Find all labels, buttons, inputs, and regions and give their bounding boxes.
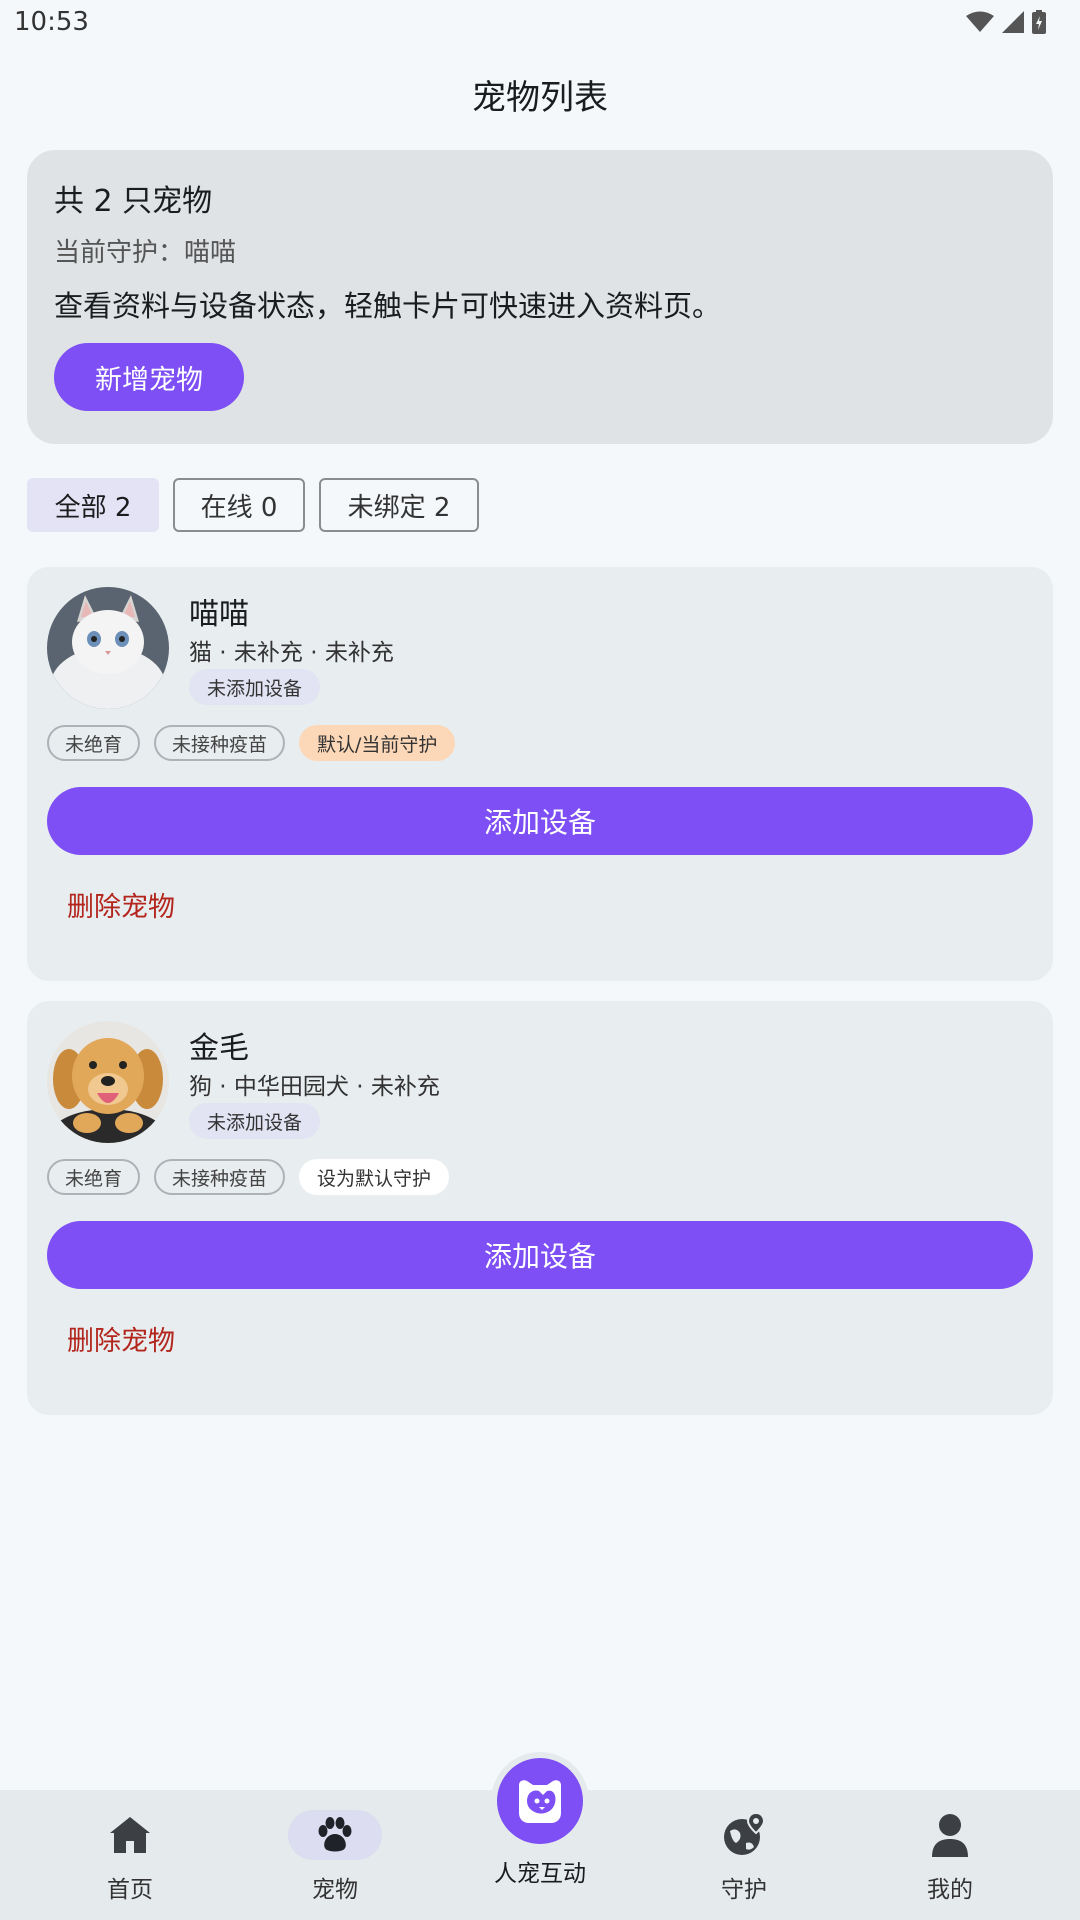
pet-interaction-icon — [519, 1780, 561, 1823]
default-guard-tag: 默认/当前守护 — [299, 725, 456, 761]
pet-tags: 未绝育 未接种疫苗 设为默认守护 — [47, 1159, 450, 1195]
neuter-tag: 未绝育 — [47, 725, 141, 761]
delete-pet-button[interactable]: 删除宠物 — [67, 1319, 175, 1358]
nav-item-pets[interactable]: 宠物 — [275, 1810, 395, 1910]
pet-meta: 狗 · 中华田园犬 · 未补充 — [189, 1074, 440, 1100]
add-device-button[interactable]: 添加设备 — [47, 1221, 1033, 1289]
filter-chip-all[interactable]: 全部 2 — [27, 478, 159, 532]
set-default-guard-button[interactable]: 设为默认守护 — [299, 1159, 450, 1195]
nav-label-mine: 我的 — [927, 1877, 973, 1903]
status-icons — [966, 10, 1046, 34]
neuter-tag: 未绝育 — [47, 1159, 141, 1195]
pet-meta: 猫 · 未补充 · 未补充 — [189, 640, 394, 666]
delete-pet-button[interactable]: 删除宠物 — [67, 885, 175, 924]
person-icon — [932, 1814, 968, 1857]
device-status-badge: 未添加设备 — [189, 1103, 321, 1139]
signal-icon — [1002, 11, 1024, 33]
interact-button[interactable] — [497, 1758, 583, 1844]
current-guard-text: 当前守护：喵喵 — [54, 238, 237, 268]
globe-location-icon — [724, 1813, 766, 1855]
nav-label-guard: 守护 — [721, 1877, 767, 1903]
summary-card: 共 2 只宠物 当前守护：喵喵 查看资料与设备状态，轻触卡片可快速进入资料页。 … — [27, 150, 1053, 444]
wifi-icon — [966, 11, 994, 32]
add-pet-button[interactable]: 新增宠物 — [54, 343, 244, 411]
pet-card[interactable]: 金毛 狗 · 中华田园犬 · 未补充 未添加设备 未绝育 未接种疫苗 设为默认守… — [27, 1001, 1053, 1415]
filter-chip-unbound[interactable]: 未绑定 2 — [319, 478, 479, 532]
battery-icon — [1032, 10, 1046, 34]
pet-name: 金毛 — [189, 1031, 249, 1066]
pet-avatar-cat — [47, 587, 169, 709]
pet-name: 喵喵 — [189, 597, 249, 632]
nav-item-mine[interactable]: 我的 — [890, 1810, 1010, 1910]
pet-count-text: 共 2 只宠物 — [54, 184, 213, 219]
nav-label-home: 首页 — [107, 1877, 153, 1903]
nav-item-interact[interactable]: 人宠互动 — [480, 1758, 600, 1898]
nav-label-pets: 宠物 — [312, 1877, 358, 1903]
device-status-badge: 未添加设备 — [189, 669, 321, 705]
paw-icon — [318, 1817, 352, 1852]
filter-chip-online[interactable]: 在线 0 — [173, 478, 305, 532]
add-device-button[interactable]: 添加设备 — [47, 787, 1033, 855]
home-icon — [110, 1817, 150, 1853]
pet-avatar-dog — [47, 1021, 169, 1143]
page-title: 宠物列表 — [472, 78, 608, 118]
status-time: 10:53 — [14, 7, 89, 37]
nav-item-guard[interactable]: 守护 — [684, 1810, 804, 1910]
pet-tags: 未绝育 未接种疫苗 默认/当前守护 — [47, 725, 456, 761]
pet-card[interactable]: 喵喵 猫 · 未补充 · 未补充 未添加设备 未绝育 未接种疫苗 默认/当前守护… — [27, 567, 1053, 981]
summary-description: 查看资料与设备状态，轻触卡片可快速进入资料页。 — [54, 289, 722, 323]
nav-item-home[interactable]: 首页 — [70, 1810, 190, 1910]
status-bar: 10:53 — [0, 0, 1080, 44]
filter-chips: 全部 2 在线 0 未绑定 2 — [27, 478, 479, 532]
vaccine-tag: 未接种疫苗 — [154, 725, 286, 761]
nav-label-interact: 人宠互动 — [494, 1861, 586, 1887]
vaccine-tag: 未接种疫苗 — [154, 1159, 286, 1195]
